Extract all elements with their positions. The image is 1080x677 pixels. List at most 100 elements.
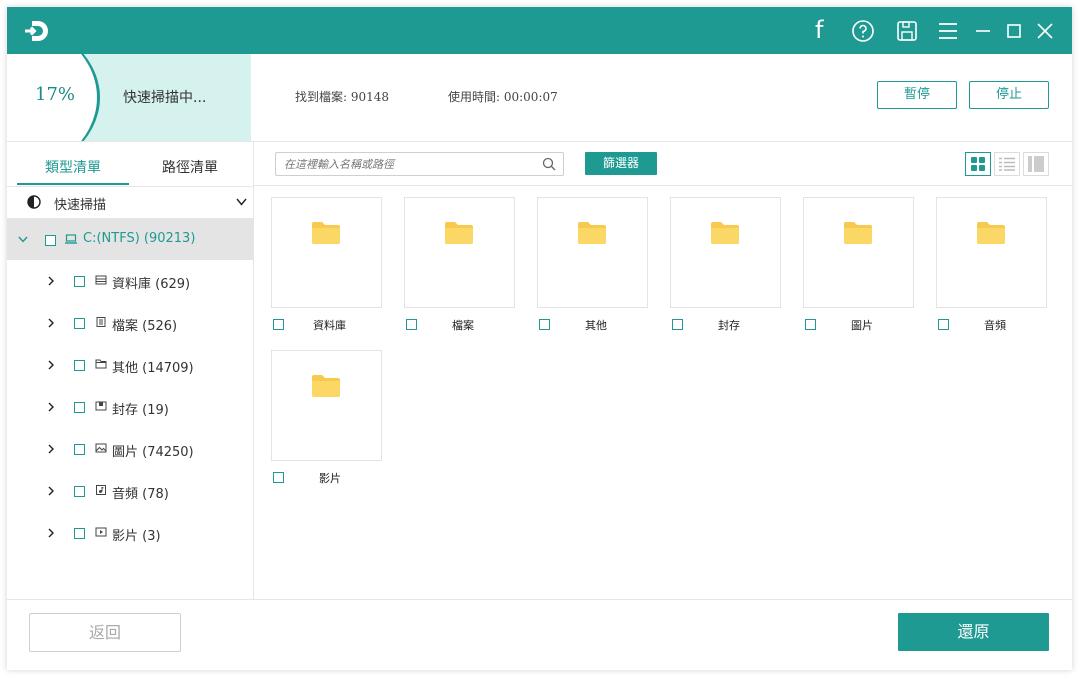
category-label: 其他 (14709) — [112, 361, 194, 376]
image-icon — [95, 443, 107, 453]
menu-icon[interactable] — [936, 19, 960, 43]
tab-type-list[interactable]: 類型清單 — [45, 157, 101, 177]
app-window: f 17% 快速掃描中... 找到檔案: 90148 使用時間: 00:00:0… — [7, 7, 1072, 670]
category-checkbox[interactable] — [74, 318, 85, 329]
tree-row-other[interactable]: 其他 (14709) — [7, 344, 253, 386]
folder-checkbox[interactable] — [805, 319, 816, 330]
maximize-icon[interactable] — [1002, 19, 1026, 43]
folder-icon — [312, 375, 340, 397]
pause-button[interactable]: 暫停 — [877, 81, 957, 109]
footer-bar: 返回 還原 — [7, 599, 1072, 670]
folder-icon — [95, 359, 107, 369]
facebook-icon[interactable]: f — [810, 16, 834, 44]
grid-view-button[interactable] — [965, 152, 991, 176]
search-icon[interactable] — [542, 157, 556, 171]
folder-checkbox[interactable] — [273, 319, 284, 330]
folder-tile[interactable] — [803, 197, 914, 308]
main-panel: 篩選器 資料庫 — [254, 142, 1072, 599]
folder-icon — [977, 222, 1005, 244]
scan-status-text: 快速掃描中... — [123, 90, 207, 106]
category-label: 資料庫 (629) — [112, 277, 191, 292]
category-label: 圖片 (74250) — [112, 445, 194, 460]
archive-icon — [95, 401, 107, 411]
category-checkbox[interactable] — [74, 444, 85, 455]
folder-tile[interactable] — [670, 197, 781, 308]
list-view-button[interactable] — [994, 152, 1020, 176]
back-button[interactable]: 返回 — [29, 613, 181, 652]
tree-row-documents[interactable]: 檔案 (526) — [7, 302, 253, 344]
recover-button[interactable]: 還原 — [898, 613, 1049, 651]
folder-tile[interactable] — [537, 197, 648, 308]
progress-percent: 17% — [35, 84, 76, 105]
search-box[interactable] — [275, 152, 564, 176]
chevron-right-icon[interactable] — [48, 486, 54, 496]
tree-row-video[interactable]: 影片 (3) — [7, 512, 253, 554]
folder-icon — [711, 222, 739, 244]
category-checkbox[interactable] — [74, 276, 85, 287]
category-checkbox[interactable] — [74, 528, 85, 539]
folder-tile[interactable] — [936, 197, 1047, 308]
folder-icon — [578, 222, 606, 244]
list-view-icon — [999, 157, 1015, 171]
chevron-right-icon[interactable] — [48, 276, 54, 286]
folder-label: 音頻 — [984, 319, 1006, 332]
drive-icon — [65, 234, 77, 244]
chevron-right-icon[interactable] — [48, 402, 54, 412]
minimize-icon[interactable] — [971, 19, 995, 43]
folder-icon — [844, 222, 872, 244]
tree-row-database[interactable]: 資料庫 (629) — [7, 260, 253, 302]
chevron-down-icon[interactable] — [236, 198, 247, 206]
search-input[interactable] — [284, 155, 534, 173]
folder-tile[interactable] — [271, 197, 382, 308]
chevron-right-icon[interactable] — [48, 318, 54, 328]
folder-label: 圖片 — [851, 319, 873, 332]
quick-scan-label: 快速掃描 — [54, 198, 107, 213]
folder-icon — [445, 222, 473, 244]
chevron-right-icon[interactable] — [48, 444, 54, 454]
tree-row-audio[interactable]: 音頻 (78) — [7, 470, 253, 512]
chevron-down-icon[interactable] — [18, 236, 28, 243]
help-icon[interactable] — [851, 19, 875, 43]
files-found-text: 找到檔案: 90148 — [295, 90, 390, 104]
folder-icon — [312, 222, 340, 244]
folder-checkbox[interactable] — [406, 319, 417, 330]
category-label: 影片 (3) — [112, 529, 161, 544]
folder-checkbox[interactable] — [672, 319, 683, 330]
category-checkbox[interactable] — [74, 486, 85, 497]
folder-tile[interactable] — [271, 350, 382, 461]
tree-row-archive[interactable]: 封存 (19) — [7, 386, 253, 428]
drive-checkbox[interactable] — [45, 235, 56, 246]
tree-row-drive[interactable]: C:(NTFS) (90213) — [7, 218, 253, 260]
scan-status-bar: 17% 快速掃描中... 找到檔案: 90148 使用時間: 00:00:07 … — [7, 54, 1072, 142]
folder-checkbox[interactable] — [938, 319, 949, 330]
stop-button[interactable]: 停止 — [969, 81, 1049, 109]
folder-tile[interactable] — [404, 197, 515, 308]
sidebar-tabs: 類型清單 路徑清單 — [7, 142, 253, 187]
app-logo-icon — [25, 21, 48, 41]
detail-view-button[interactable] — [1023, 152, 1049, 176]
tree-row-images[interactable]: 圖片 (74250) — [7, 428, 253, 470]
chevron-right-icon[interactable] — [48, 360, 54, 370]
folder-label: 檔案 — [452, 319, 474, 332]
tab-path-list[interactable]: 路徑清單 — [162, 157, 218, 177]
save-icon[interactable] — [895, 19, 919, 43]
filter-button[interactable]: 篩選器 — [585, 152, 657, 175]
folder-checkbox[interactable] — [539, 319, 550, 330]
sidebar: 類型清單 路徑清單 快速掃描 C:(NTFS) (90213) 資料庫 (629… — [7, 142, 254, 599]
close-icon[interactable] — [1033, 19, 1057, 43]
category-checkbox[interactable] — [74, 402, 85, 413]
folder-checkbox[interactable] — [273, 472, 284, 483]
category-label: 檔案 (526) — [112, 319, 178, 334]
audio-icon — [96, 485, 106, 495]
elapsed-time-text: 使用時間: 00:00:07 — [448, 90, 558, 104]
chevron-right-icon[interactable] — [48, 528, 54, 538]
quick-scan-header[interactable]: 快速掃描 — [7, 187, 253, 217]
category-checkbox[interactable] — [74, 360, 85, 371]
half-circle-icon — [27, 195, 41, 209]
database-icon — [95, 275, 107, 285]
folder-label: 封存 — [718, 319, 740, 332]
video-icon — [95, 527, 107, 537]
scan-progress-indicator: 17% 快速掃描中... — [7, 54, 251, 141]
category-label: 音頻 (78) — [112, 487, 169, 502]
folder-label: 其他 — [585, 319, 607, 332]
